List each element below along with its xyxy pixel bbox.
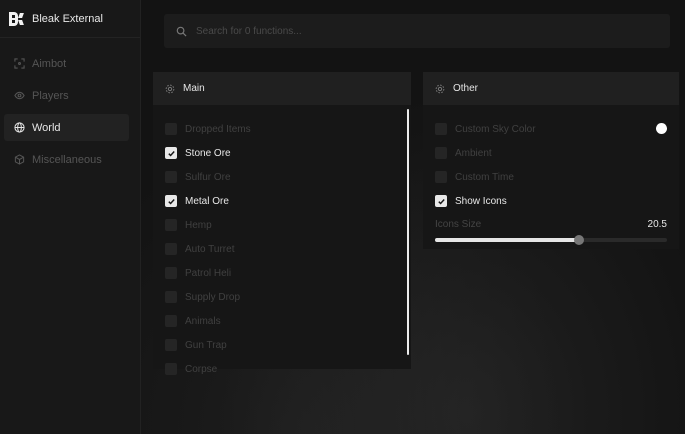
option-label: Patrol Heli xyxy=(185,267,232,279)
checkbox[interactable] xyxy=(165,171,177,183)
option-label: Custom Time xyxy=(455,171,514,183)
checkbox[interactable] xyxy=(435,123,447,135)
option-label: Corpse xyxy=(185,363,218,375)
option-label: Auto Turret xyxy=(185,243,235,255)
gear-icon xyxy=(165,84,175,93)
checkmark-icon xyxy=(167,198,175,205)
checkbox[interactable] xyxy=(165,267,177,279)
checkbox[interactable] xyxy=(165,243,177,255)
color-picker-swatch[interactable] xyxy=(656,123,667,134)
option-metal-ore[interactable]: Metal Ore xyxy=(153,189,411,213)
option-corpse[interactable]: Corpse xyxy=(153,357,411,381)
sidebar-item-world[interactable]: World xyxy=(4,114,129,141)
crosshair-icon xyxy=(13,58,25,70)
sidebar-item-aimbot[interactable]: Aimbot xyxy=(4,50,129,77)
sidebar: Bleak External Aimbot Players World Misc… xyxy=(0,0,141,434)
slider-label: Icons Size xyxy=(435,219,482,230)
main-panel: Main Dropped Items Stone Ore Sulfur Ore Met… xyxy=(153,72,411,375)
option-patrol-heli[interactable]: Patrol Heli xyxy=(153,261,411,285)
option-hemp[interactable]: Hemp xyxy=(153,213,411,237)
option-label: Animals xyxy=(185,315,221,327)
sidebar-nav: Aimbot Players World Miscellaneous xyxy=(0,38,140,173)
brand-header: Bleak External xyxy=(0,0,140,38)
search-icon xyxy=(176,26,187,37)
option-supply-drop[interactable]: Supply Drop xyxy=(153,285,411,309)
sidebar-item-players[interactable]: Players xyxy=(4,82,129,109)
option-auto-turret[interactable]: Auto Turret xyxy=(153,237,411,261)
checkbox[interactable] xyxy=(165,339,177,351)
other-option-list: Custom Sky Color Ambient Custom Time Show I… xyxy=(423,105,679,213)
option-label: Gun Trap xyxy=(185,339,227,351)
sidebar-item-miscellaneous[interactable]: Miscellaneous xyxy=(4,146,129,173)
slider-thumb[interactable] xyxy=(573,235,584,245)
option-label: Dropped Items xyxy=(185,123,251,135)
option-label: Stone Ore xyxy=(185,147,231,159)
option-label: Sulfur Ore xyxy=(185,171,231,183)
checkbox[interactable] xyxy=(165,219,177,231)
slider-track[interactable] xyxy=(435,235,667,245)
cube-icon xyxy=(13,154,25,166)
sidebar-item-label: Players xyxy=(32,89,69,102)
eye-icon xyxy=(13,90,25,102)
option-dropped-items[interactable]: Dropped Items xyxy=(153,117,411,141)
checkbox[interactable] xyxy=(165,363,177,375)
checkmark-icon xyxy=(167,150,175,157)
checkbox-checked[interactable] xyxy=(165,147,177,159)
option-label: Supply Drop xyxy=(185,291,241,303)
option-ambient[interactable]: Ambient xyxy=(423,141,679,165)
option-label: Hemp xyxy=(185,219,212,231)
other-panel: Other Custom Sky Color Ambient Custom Time… xyxy=(423,72,679,249)
slider-value: 20.5 xyxy=(647,219,667,230)
slider-fill xyxy=(435,238,579,242)
checkmark-icon xyxy=(437,198,445,205)
search-bar[interactable] xyxy=(164,14,670,48)
gear-icon xyxy=(435,84,445,93)
option-label: Ambient xyxy=(455,147,492,159)
option-label: Custom Sky Color xyxy=(455,123,536,135)
option-stone-ore[interactable]: Stone Ore xyxy=(153,141,411,165)
option-sulfur-ore[interactable]: Sulfur Ore xyxy=(153,165,411,189)
globe-icon xyxy=(13,122,25,134)
main-panel-header: Main xyxy=(153,72,411,105)
search-input[interactable] xyxy=(196,25,596,37)
logo-icon xyxy=(9,11,24,26)
option-label: Show Icons xyxy=(455,195,507,207)
option-show-icons[interactable]: Show Icons xyxy=(423,189,679,213)
checkbox[interactable] xyxy=(165,123,177,135)
checkbox-checked[interactable] xyxy=(165,195,177,207)
other-panel-header: Other xyxy=(423,72,679,105)
option-gun-trap[interactable]: Gun Trap xyxy=(153,333,411,357)
checkbox[interactable] xyxy=(435,171,447,183)
option-custom-time[interactable]: Custom Time xyxy=(423,165,679,189)
panel-title: Other xyxy=(453,83,479,94)
scrollbar[interactable] xyxy=(407,109,409,355)
panel-title: Main xyxy=(183,83,205,94)
sidebar-item-label: World xyxy=(32,121,61,134)
main-option-list: Dropped Items Stone Ore Sulfur Ore Metal Or… xyxy=(153,105,411,381)
icons-size-slider: Icons Size 20.5 xyxy=(423,213,679,245)
option-label: Metal Ore xyxy=(185,195,229,207)
checkbox-checked[interactable] xyxy=(435,195,447,207)
checkbox[interactable] xyxy=(435,147,447,159)
option-custom-sky-color[interactable]: Custom Sky Color xyxy=(423,117,679,141)
main-content: Main Dropped Items Stone Ore Sulfur Ore Met… xyxy=(141,0,685,434)
checkbox[interactable] xyxy=(165,315,177,327)
option-animals[interactable]: Animals xyxy=(153,309,411,333)
sidebar-item-label: Miscellaneous xyxy=(32,153,102,166)
app-title: Bleak External xyxy=(32,12,103,25)
sidebar-item-label: Aimbot xyxy=(32,57,67,70)
checkbox[interactable] xyxy=(165,291,177,303)
